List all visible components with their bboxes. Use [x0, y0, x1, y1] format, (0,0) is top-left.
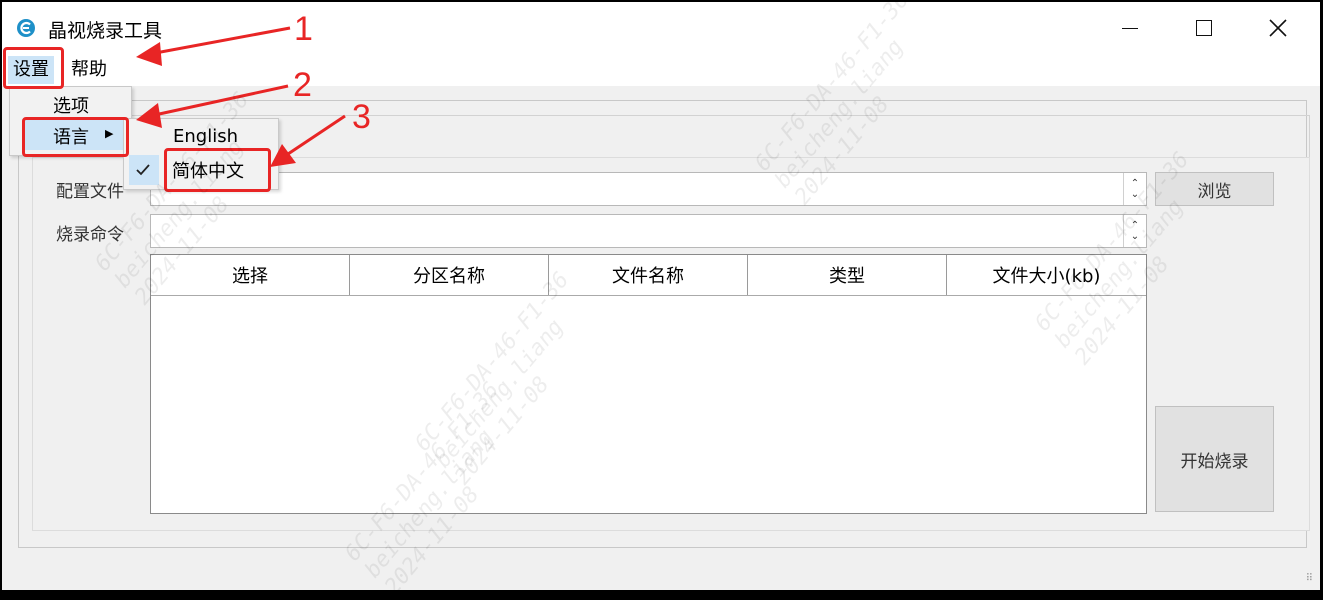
start-burn-button[interactable]: 开始烧录 [1155, 406, 1274, 512]
partition-table[interactable]: 选择 分区名称 文件名称 类型 文件大小(kb) [150, 254, 1147, 514]
window-title: 晶视烧录工具 [48, 20, 163, 42]
burn-command-combo[interactable]: ⌃ ⌄ [150, 214, 1147, 248]
app-logo-icon [17, 19, 35, 37]
resize-grip-icon[interactable]: ⠿ [1306, 573, 1313, 584]
column-header-type[interactable]: 类型 [748, 255, 947, 295]
annotation-box-2 [22, 117, 129, 157]
annotation-number-1: 1 [294, 10, 313, 48]
column-header-partition-name[interactable]: 分区名称 [350, 255, 549, 295]
close-icon [1269, 19, 1287, 37]
config-file-label: 配置文件 [56, 182, 124, 202]
annotation-box-1 [3, 47, 64, 89]
table-header: 选择 分区名称 文件名称 类型 文件大小(kb) [151, 255, 1146, 296]
menu-help[interactable]: 帮助 [66, 56, 112, 84]
close-button[interactable] [1240, 2, 1316, 54]
minimize-icon [1122, 27, 1138, 29]
checkmark-icon [136, 164, 150, 176]
annotation-number-3: 3 [352, 98, 371, 136]
annotation-number-2: 2 [293, 66, 312, 104]
config-file-combo[interactable]: ⌃ ⌄ [150, 172, 1147, 206]
title-bar: 晶视烧录工具 [2, 2, 1320, 54]
minimize-button[interactable] [1092, 2, 1168, 54]
maximize-icon [1196, 20, 1212, 36]
menu-bar: 设置 帮助 [2, 54, 1320, 86]
maximize-button[interactable] [1166, 2, 1242, 54]
menu-item-options[interactable]: 选项 [53, 92, 89, 118]
